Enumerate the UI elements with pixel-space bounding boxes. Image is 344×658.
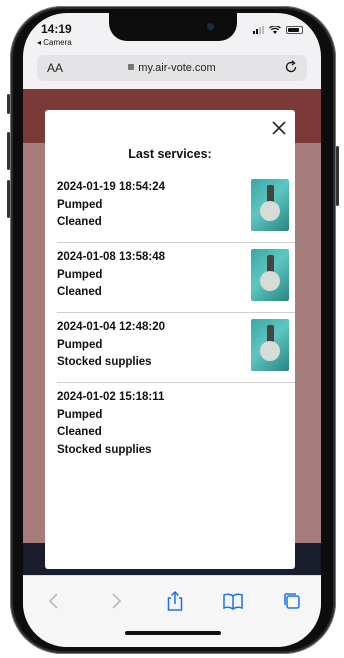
url-field[interactable]: my.air-vote.com (37, 62, 307, 74)
wifi-icon (269, 26, 281, 34)
share-icon[interactable] (164, 590, 186, 612)
silent-switch (7, 94, 10, 114)
service-photo-thumbnail[interactable] (251, 319, 289, 371)
close-icon[interactable] (270, 119, 288, 137)
bookmarks-icon[interactable] (222, 590, 244, 612)
service-action: Cleaned (57, 426, 102, 438)
service-entry: 2024-01-02 15:18:11 Pumped Cleaned Stock… (57, 383, 295, 456)
power-button (336, 146, 339, 206)
service-entry: 2024-01-08 13:58:48 Pumped Cleaned (57, 243, 295, 313)
modal-title: Last services: (128, 147, 212, 161)
status-time: 14:19 (41, 22, 72, 36)
service-action: Cleaned (57, 286, 102, 298)
service-details: 2024-01-04 12:48:20 Pumped Stocked suppl… (57, 319, 165, 372)
home-indicator[interactable] (125, 631, 221, 635)
tabs-icon[interactable] (281, 590, 303, 612)
forward-icon[interactable] (105, 590, 127, 612)
service-timestamp: 2024-01-04 12:48:20 (57, 321, 166, 333)
service-action: Cleaned (57, 216, 102, 228)
battery-icon (286, 26, 303, 34)
service-action: Pumped (57, 268, 103, 281)
service-timestamp: 2024-01-19 18:54:24 (57, 181, 166, 193)
service-details: 2024-01-02 15:18:11 Pumped Cleaned Stock… (57, 389, 164, 459)
service-timestamp: 2024-01-02 15:18:11 (57, 391, 165, 403)
notch (109, 13, 237, 41)
service-list: 2024-01-19 18:54:24 Pumped Cleaned 2024-… (57, 173, 295, 456)
volume-down-button (7, 180, 10, 218)
service-action: Pumped (57, 198, 103, 211)
service-entry: 2024-01-19 18:54:24 Pumped Cleaned (57, 173, 295, 243)
signal-icon (253, 26, 264, 34)
back-to-app-link[interactable]: ◂ Camera (37, 38, 72, 47)
lock-icon (128, 64, 135, 70)
phone-screen: 14:19 ◂ Camera AA my.air-vote.com Last s… (23, 13, 321, 647)
safari-toolbar (23, 575, 321, 647)
services-modal: Last services: 2024-01-19 18:54:24 Pumpe… (45, 110, 295, 569)
address-bar[interactable]: AA my.air-vote.com (37, 55, 307, 81)
service-action: Stocked supplies (57, 356, 152, 368)
back-icon[interactable] (43, 590, 65, 612)
service-photo-thumbnail[interactable] (251, 249, 289, 301)
service-details: 2024-01-19 18:54:24 Pumped Cleaned (57, 179, 165, 232)
url-text: my.air-vote.com (138, 62, 216, 74)
service-timestamp: 2024-01-08 13:58:48 (57, 251, 166, 263)
service-action: Stocked supplies (57, 443, 152, 456)
reload-icon[interactable] (283, 59, 299, 75)
service-photo-thumbnail[interactable] (251, 179, 289, 231)
service-action: Pumped (57, 338, 103, 351)
volume-up-button (7, 132, 10, 170)
service-action: Pumped (57, 408, 103, 421)
status-icons (253, 26, 303, 34)
service-details: 2024-01-08 13:58:48 Pumped Cleaned (57, 249, 165, 302)
front-camera (207, 23, 214, 30)
service-entry: 2024-01-04 12:48:20 Pumped Stocked suppl… (57, 313, 295, 383)
